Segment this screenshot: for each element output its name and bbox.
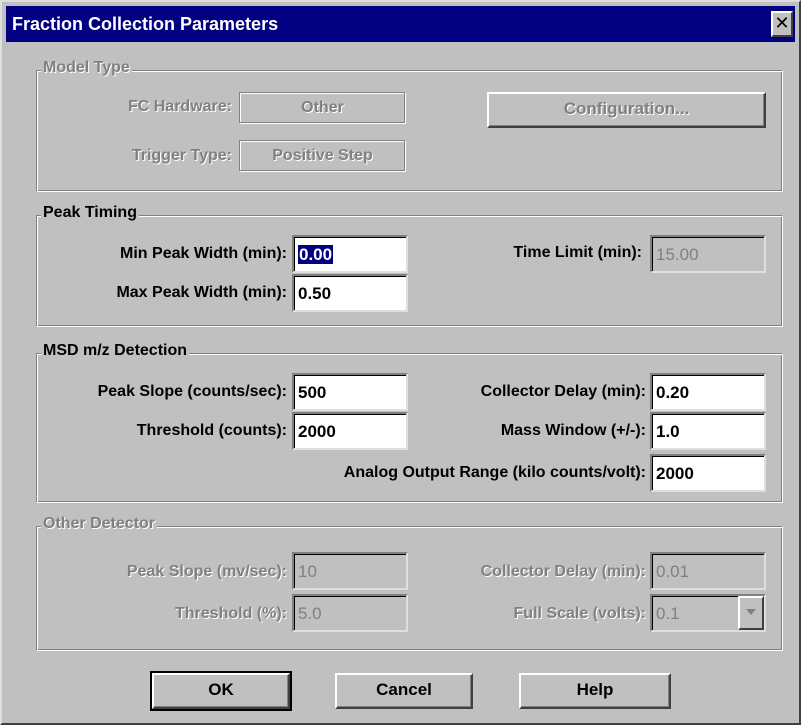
msd-peak-slope-label: Peak Slope (counts/sec): xyxy=(97,383,287,400)
help-button[interactable]: Help xyxy=(519,673,671,709)
other-peak-slope-input[interactable]: 10 xyxy=(292,552,408,590)
fraction-collection-dialog: Fraction Collection Parameters ✕ Model T… xyxy=(0,0,801,725)
trigger-type-label: Trigger Type: xyxy=(131,147,232,164)
min-peak-width-value: 0.00 xyxy=(298,245,334,264)
msd-collector-delay-label: Collector Delay (min): xyxy=(480,383,646,400)
window-title: Fraction Collection Parameters xyxy=(12,14,279,34)
chevron-down-icon[interactable] xyxy=(738,596,764,630)
mass-window-input[interactable]: 1.0 xyxy=(650,412,766,450)
full-scale-label: Full Scale (volts): xyxy=(513,605,646,622)
fc-hardware-value: Other xyxy=(239,92,406,124)
analog-output-input[interactable]: 2000 xyxy=(650,454,766,492)
other-collector-delay-label: Collector Delay (min): xyxy=(480,563,646,580)
msd-peak-slope-input[interactable]: 500 xyxy=(292,373,408,411)
fc-hardware-label: FC Hardware: xyxy=(127,98,232,115)
trigger-type-value: Positive Step xyxy=(239,140,406,172)
msd-collector-delay-input[interactable]: 0.20 xyxy=(650,373,766,411)
group-title-other-detector: Other Detector xyxy=(41,515,158,533)
other-threshold-input[interactable]: 5.0 xyxy=(292,594,408,632)
min-peak-width-input[interactable]: 0.00 xyxy=(292,235,408,273)
other-collector-delay-input[interactable]: 0.01 xyxy=(650,552,766,590)
group-title-peak-timing: Peak Timing xyxy=(41,204,139,222)
title-bar: Fraction Collection Parameters ✕ xyxy=(6,6,795,42)
mass-window-label: Mass Window (+/-): xyxy=(500,422,646,439)
other-peak-slope-label: Peak Slope (mv/sec): xyxy=(126,563,287,580)
time-limit-label: Time Limit (min): xyxy=(513,244,642,261)
max-peak-width-input[interactable]: 0.50 xyxy=(292,274,408,312)
close-icon: ✕ xyxy=(774,13,790,33)
msd-threshold-input[interactable]: 2000 xyxy=(292,412,408,450)
group-title-model-type: Model Type xyxy=(41,59,132,77)
group-title-msd-detection: MSD m/z Detection xyxy=(41,342,190,360)
msd-threshold-label: Threshold (counts): xyxy=(136,422,287,439)
analog-output-label: Analog Output Range (kilo counts/volt): xyxy=(343,464,646,481)
full-scale-value: 0.1 xyxy=(656,604,680,623)
time-limit-input[interactable]: 15.00 xyxy=(650,235,766,273)
close-button[interactable]: ✕ xyxy=(771,11,793,37)
min-peak-width-label: Min Peak Width (min): xyxy=(120,245,287,262)
max-peak-width-label: Max Peak Width (min): xyxy=(116,284,287,301)
other-threshold-label: Threshold (%): xyxy=(175,605,287,622)
configuration-button[interactable]: Configuration... xyxy=(487,92,766,128)
full-scale-select[interactable]: 0.1 xyxy=(650,594,766,632)
ok-button[interactable]: OK xyxy=(150,671,292,711)
group-model-type: Model Type xyxy=(36,59,783,192)
cancel-button[interactable]: Cancel xyxy=(335,673,473,709)
